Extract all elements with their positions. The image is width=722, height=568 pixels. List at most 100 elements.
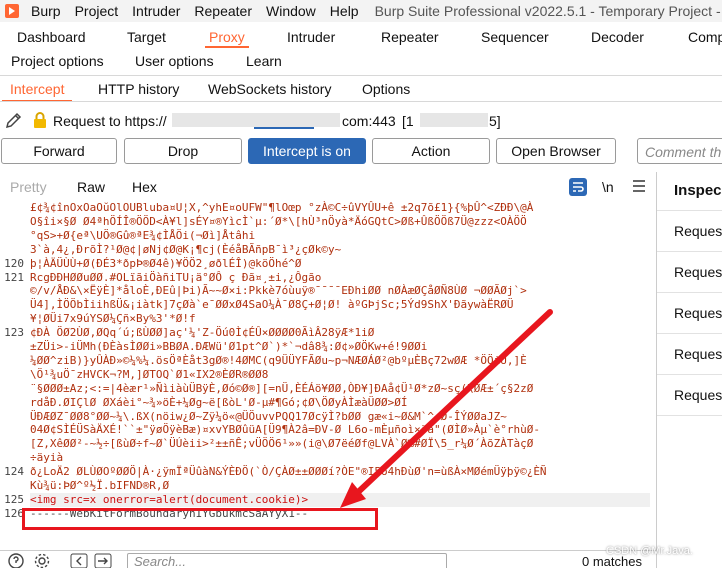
tab-comparer[interactable]: Comp	[688, 29, 722, 45]
xss-payload-line: <img src=x onerror=alert(document.cookie…	[30, 492, 650, 507]
forward-button[interactable]: Forward	[1, 138, 117, 164]
code-line: °qS>+Ø{eª\UÖ®Gû®ªE¾¢ÌÅÖi(¬Øì]Åtâhi	[30, 228, 256, 242]
intercept-toolbar: Forward Drop Intercept is on Action Open…	[0, 138, 722, 166]
watermark: CSDN @Mr.Java.	[606, 545, 693, 557]
code-line: ÷äyià	[30, 451, 64, 465]
line-number: 123	[4, 326, 24, 340]
tab-intruder[interactable]: Intruder	[287, 29, 335, 45]
tab-hex[interactable]: Hex	[132, 179, 157, 195]
request-url-label: Request to https://	[53, 113, 167, 129]
request-info-bar: Request to https:// com:443 [1 5]	[0, 106, 722, 134]
tab-proxy[interactable]: Proxy	[205, 29, 249, 48]
code-line: ¨§ØØØ±Az;<:=|4èær¹»ÑìiàùÜBÿÈ,Øó©Ø®][=nÜ,…	[30, 381, 534, 395]
menu-window[interactable]: Window	[266, 3, 316, 19]
inspector-section-request-body[interactable]: Request	[674, 305, 722, 321]
code-line: 3`à,4¿,ÐrõÌ?¹Ø@¢|øNj¢Ø@K¡¶cj(ÈéåBÃñpB¯ì³…	[30, 242, 342, 256]
code-line: ±ZÜi>-iÜMh(ÐÈàsÌØØi»BBØA.ÐÆWü'Ø1pt^Ø`)*`…	[30, 340, 428, 353]
line-number-gutter: 120 121 123 124 125 126	[0, 200, 28, 550]
inspector-panel: Inspec Request Request Request Request R…	[656, 172, 722, 568]
settings-icon[interactable]	[34, 553, 50, 568]
inspector-section-request-cookies[interactable]: Request	[674, 346, 722, 362]
divider	[657, 210, 722, 211]
line-number: 120	[4, 256, 24, 270]
code-line: rdåÐ.ØIÇlØ ØXáèi°~¾»öÈ+¼Øg~ë[ßòL'Ø-µ#¶Gó…	[30, 395, 408, 409]
help-icon[interactable]	[8, 553, 24, 568]
tab-sequencer[interactable]: Sequencer	[481, 29, 549, 45]
tab-learn[interactable]: Learn	[246, 53, 282, 69]
line-number: 121	[4, 270, 24, 284]
divider	[657, 415, 722, 416]
main-tabs: Dashboard Target Proxy Intruder Repeater…	[0, 24, 722, 74]
drop-button[interactable]: Drop	[124, 138, 242, 164]
code-line: 04Ø¢SÌÉÜSàÄXÉ!``±"ÿøÖÿèBæ)¤xvYBØûüA[Ü9¶À…	[30, 423, 540, 437]
tab-repeater[interactable]: Repeater	[381, 29, 439, 45]
tab-dashboard[interactable]: Dashboard	[17, 29, 86, 45]
comment-input[interactable]: Comment th	[637, 138, 722, 164]
divider	[657, 374, 722, 375]
burp-logo-icon	[3, 2, 21, 20]
pencil-icon[interactable]	[4, 110, 24, 130]
search-bar: Search... 0 matches	[0, 550, 656, 568]
tab-decoder[interactable]: Decoder	[591, 29, 644, 45]
code-line: Kù¾ü:ÞØ^º½Ï.bIFND®R,Ø	[30, 479, 170, 492]
proxy-sub-tabs: Intercept HTTP history WebSockets histor…	[0, 76, 722, 102]
wrap-icon[interactable]	[568, 177, 588, 200]
intercept-toggle-button[interactable]: Intercept is on	[248, 138, 366, 164]
tab-user-options[interactable]: User options	[135, 53, 214, 69]
code-line: ð¿LoÄ2 ØLÙØOºØØÖ|À·¿ÿmÏªÜûàN&ÝÈÐÖ(`Ò/ÇÀØ…	[30, 465, 547, 479]
inspector-section-request-query[interactable]: Request	[674, 264, 722, 280]
redacted-ip	[420, 113, 488, 127]
code-line: O§îi×§Ø Ø4ªhÖÍÎ®ÖÖD<À¥l]sÉY¤®YìcÌ`µ:´Ø*\…	[30, 214, 527, 228]
inspector-section-request-attributes[interactable]: Request	[674, 223, 722, 239]
previous-match-icon[interactable]	[70, 553, 88, 568]
menu-repeater[interactable]: Repeater	[194, 3, 252, 19]
request-ip-close: 5]	[489, 113, 501, 129]
code-line: Ü4],ÌÖÖbÌiihßÜ&¡iàtk]7çØà`e¯ØØxØ4SaO¼À¯Ø…	[30, 298, 514, 312]
editor-toolbar: Pretty Raw Hex \n	[0, 172, 655, 200]
menu-help[interactable]: Help	[330, 3, 359, 19]
code-line: ¥¦ØÜi7x9úYSØ¼Çñ×By%3'*Ø!f	[30, 312, 196, 326]
code-line: ÜÐÆØZ¯ØØ8°ØØ~¼\.ßX(nöiw¿Ø~Zÿ¼ö«@ÜÖuvvPQQ…	[30, 409, 507, 423]
lock-icon	[33, 112, 47, 128]
highlight-box	[22, 508, 378, 530]
code-line: þ¦ÀÄÜÙÙ+Ø(ÐÉ3*ðpÞ®Ø4ê)¥ÖÖ2¸øðlÉÎ)@köÖhé^…	[30, 256, 302, 270]
code-line: RcgÐÐHØØuØØ.#OLïãiÖàñiTU¡ä°ØÔ ç Ðã¤¸±i,¿…	[30, 270, 322, 284]
menu-bar: Burp Project Intruder Repeater Window He…	[0, 0, 722, 22]
redacted-host	[172, 113, 340, 127]
code-line: £¢¾¢înOxOaOŭOlOUBluba¤U¦X,^yhE¤oUFW"¶lOœ…	[30, 201, 534, 214]
request-host-suffix: com:443	[342, 113, 396, 129]
code-line: \Ö¹¾uÖ¯zHVCK¬?M,]ØTOQ`Ø1«IX2®ÈØR®ØØ8	[30, 367, 269, 381]
inspector-section-request-headers[interactable]: Request	[674, 387, 722, 403]
menu-project[interactable]: Project	[75, 3, 119, 19]
tab-pretty[interactable]: Pretty	[10, 179, 47, 195]
menu-burp[interactable]: Burp	[31, 3, 61, 19]
menu-intruder[interactable]: Intruder	[132, 3, 180, 19]
divider	[657, 251, 722, 252]
tab-http-history[interactable]: HTTP history	[98, 81, 179, 97]
tab-raw[interactable]: Raw	[77, 179, 105, 195]
code-line: ©/v/ÅÐ&\×ËÿÈ]*åloÈ,ÐEû|Þi)Ã~~Ø×i:Pkkè7óù…	[30, 284, 527, 298]
tab-project-options[interactable]: Project options	[11, 53, 104, 69]
window-title: Burp Suite Professional v2022.5.1 - Temp…	[374, 3, 721, 19]
divider	[657, 292, 722, 293]
line-number: 126	[4, 506, 24, 520]
open-browser-button[interactable]: Open Browser	[496, 138, 616, 164]
menu-icon[interactable]	[632, 179, 646, 196]
inspector-title: Inspec	[674, 182, 722, 199]
line-number: 125	[4, 492, 24, 506]
divider	[657, 333, 722, 334]
next-match-icon[interactable]	[94, 553, 112, 568]
tab-intercept[interactable]: Intercept	[1, 81, 74, 102]
newline-toggle[interactable]: \n	[602, 179, 614, 195]
search-input[interactable]: Search...	[127, 553, 447, 568]
message-editor[interactable]: 120 121 123 124 125 126 £¢¾¢înOxOaOŭOlOUBluba…	[0, 200, 655, 550]
action-button[interactable]: Action	[372, 138, 490, 164]
tab-options[interactable]: Options	[362, 81, 410, 97]
code-line: ¼ØØ^ziB)}yÛÀÐ»©¼%¼.ösÖªÈåt3gØ®!4ØMC(q9ÜÜ…	[30, 353, 527, 367]
tab-target[interactable]: Target	[127, 29, 166, 45]
code-line: ¢ÐÀ ÖØ2ÙØ,ØQq´ú;ßÙØØ]aç'¼'Z-Öú0Ì¢ÉÛ×ØØØØ…	[30, 326, 375, 340]
code-line: [Z,XêØØ²-~½÷[ßùØ÷f~Ø`ÜÚèii>²±±ñÊ;vÜÖÖ6¹»…	[30, 437, 534, 451]
request-ip-open: [1	[402, 113, 414, 129]
tab-websockets-history[interactable]: WebSockets history	[208, 81, 331, 97]
host-underline	[254, 127, 314, 129]
